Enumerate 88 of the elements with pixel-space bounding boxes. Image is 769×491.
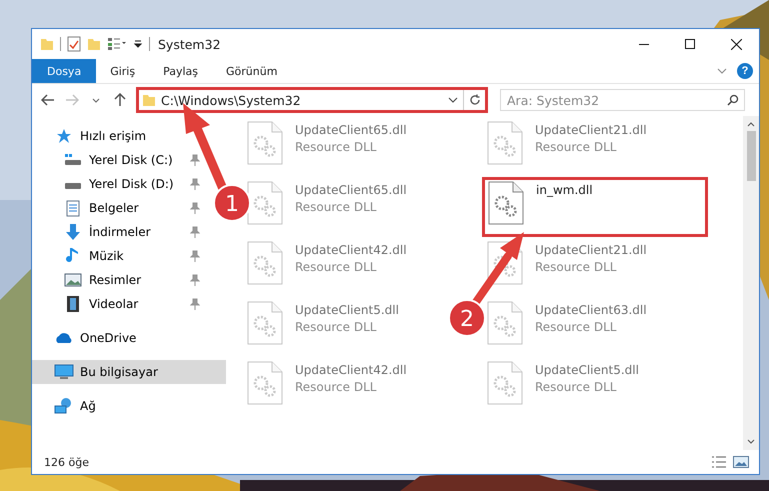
- file-type: Resource DLL: [535, 140, 618, 154]
- dropdown-icon[interactable]: [133, 39, 143, 49]
- music-note-icon: [66, 247, 80, 265]
- forward-arrow-icon: [65, 94, 79, 106]
- window-title: System32: [158, 36, 221, 52]
- file-name: UpdateClient42.dll: [295, 243, 407, 257]
- file-item[interactable]: UpdateClient42.dll Resource DLL: [247, 237, 443, 297]
- nav-item[interactable]: Hızlı erişim: [32, 124, 226, 148]
- step-marker: 1: [213, 184, 251, 222]
- dll-file-icon: [247, 121, 283, 165]
- search-field[interactable]: Ara: System32: [500, 89, 745, 111]
- nav-item[interactable]: Ağ: [32, 394, 226, 418]
- checklist-icon[interactable]: [67, 36, 81, 52]
- refresh-icon: [468, 94, 480, 106]
- file-item[interactable]: UpdateClient21.dll Resource DLL: [487, 117, 683, 177]
- dll-file-icon: [247, 241, 283, 285]
- chevron-down-icon[interactable]: [448, 97, 458, 103]
- file-name: UpdateClient42.dll: [295, 363, 407, 377]
- nav-item[interactable]: Yerel Disk (D:): [32, 172, 204, 196]
- step-marker: 2: [448, 299, 486, 337]
- dll-file-icon: [488, 181, 524, 225]
- ribbon-tab[interactable]: Giriş: [96, 59, 150, 83]
- picture-icon: [64, 273, 82, 287]
- maximize-icon: [685, 39, 695, 49]
- file-name: UpdateClient63.dll: [535, 303, 647, 317]
- cloud-icon: [54, 331, 74, 345]
- computer-icon: [54, 364, 74, 380]
- file-name: UpdateClient65.dll: [295, 183, 407, 197]
- file-item[interactable]: UpdateClient63.dll Resource DLL: [487, 297, 683, 357]
- file-type: Resource DLL: [295, 140, 378, 154]
- dll-file-icon: [247, 301, 283, 345]
- scroll-down-icon[interactable]: [747, 438, 755, 446]
- close-icon: [730, 38, 742, 50]
- nav-item[interactable]: Resimler: [32, 268, 204, 292]
- nav-item[interactable]: Bu bilgisayar: [32, 360, 226, 384]
- item-count: 126 öğe: [44, 456, 89, 468]
- dll-file-icon: [247, 361, 283, 405]
- ribbon-tab[interactable]: Dosya: [32, 59, 96, 83]
- file-type: Resource DLL: [295, 380, 378, 394]
- file-type: Resource DLL: [295, 320, 378, 334]
- file-item[interactable]: UpdateClient65.dll Resource DLL: [247, 117, 443, 177]
- ribbon-tab[interactable]: Görünüm: [212, 59, 292, 83]
- dll-file-icon: [487, 301, 523, 345]
- film-icon: [66, 295, 80, 313]
- address-path: C:\Windows\System32: [161, 92, 302, 108]
- file-name: UpdateClient5.dll: [535, 363, 639, 377]
- details-view-icon[interactable]: [711, 455, 727, 469]
- file-item[interactable]: UpdateClient5.dll Resource DLL: [247, 297, 443, 357]
- scrollbar[interactable]: [743, 116, 759, 450]
- scroll-up-icon[interactable]: [747, 120, 755, 128]
- dll-file-icon: [247, 181, 283, 225]
- ribbon-tab[interactable]: Paylaş: [149, 59, 212, 83]
- file-name: in_wm.dll: [536, 183, 593, 197]
- back-arrow-icon: [41, 94, 55, 106]
- file-name: UpdateClient5.dll: [295, 303, 399, 317]
- file-item[interactable]: UpdateClient5.dll Resource DLL: [487, 357, 683, 417]
- nav-item[interactable]: Müzik: [32, 244, 204, 268]
- dll-file-icon: [487, 121, 523, 165]
- download-arrow-icon: [65, 223, 81, 241]
- file-item[interactable]: UpdateClient42.dll Resource DLL: [247, 357, 443, 417]
- dll-file-icon: [487, 361, 523, 405]
- help-button[interactable]: ?: [737, 63, 753, 79]
- up-arrow-icon: [114, 93, 126, 107]
- file-name: UpdateClient21.dll: [535, 123, 647, 137]
- nav-item[interactable]: Yerel Disk (C:): [32, 148, 204, 172]
- document-icon: [66, 200, 80, 216]
- file-type: Resource DLL: [535, 380, 618, 394]
- file-item[interactable]: in_wm.dll: [482, 177, 708, 237]
- chevron-down-icon: [92, 98, 100, 102]
- search-icon: [727, 94, 739, 106]
- nav-item[interactable]: Belgeler: [32, 196, 204, 220]
- file-name: UpdateClient21.dll: [535, 243, 647, 257]
- nav-item[interactable]: İndirmeler: [32, 220, 204, 244]
- large-icons-view-icon[interactable]: [733, 455, 749, 469]
- file-type: Resource DLL: [295, 200, 378, 214]
- network-icon: [54, 397, 74, 415]
- file-type: Resource DLL: [535, 260, 618, 274]
- folder-icon: [142, 93, 156, 107]
- scroll-thumb[interactable]: [746, 131, 756, 181]
- file-type: Resource DLL: [535, 320, 618, 334]
- address-bar[interactable]: C:\Windows\System32: [136, 87, 488, 113]
- drive-icon: [64, 153, 82, 167]
- file-type: Resource DLL: [295, 260, 378, 274]
- nav-item[interactable]: OneDrive: [32, 326, 226, 350]
- nav-item[interactable]: Videolar: [32, 292, 204, 316]
- file-name: UpdateClient65.dll: [295, 123, 407, 137]
- star-icon: [56, 128, 72, 144]
- properties-icon[interactable]: [107, 37, 127, 51]
